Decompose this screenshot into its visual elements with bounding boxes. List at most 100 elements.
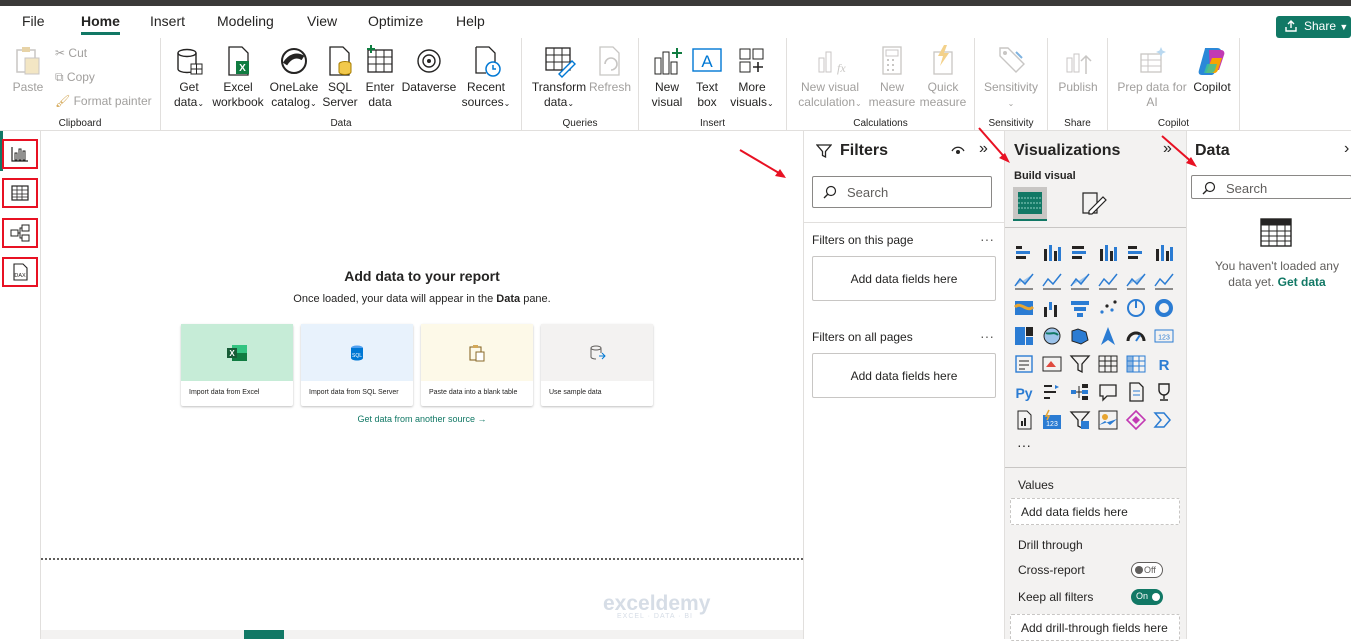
power-automate-icon[interactable]: [1069, 409, 1091, 431]
ribbon-chart-icon[interactable]: [1013, 297, 1035, 319]
more-visuals-button[interactable]: More visuals⌄: [727, 44, 777, 111]
key-influencers-icon[interactable]: [1041, 381, 1063, 403]
line-chart-icon[interactable]: [1013, 269, 1035, 291]
stacked-column-chart-icon[interactable]: [1041, 241, 1063, 263]
copy-button[interactable]: ⧉ Copy: [55, 70, 95, 85]
treemap-icon[interactable]: [1013, 325, 1035, 347]
map-shape-icon[interactable]: [1097, 409, 1119, 431]
sensitivity-button[interactable]: Sensitivity ⌄: [979, 44, 1043, 111]
values-drop-zone[interactable]: Add data fields here: [1010, 498, 1180, 525]
smart-narrative-icon[interactable]: [1125, 381, 1147, 403]
model-view-button[interactable]: [2, 218, 38, 248]
decomposition-tree-icon[interactable]: [1069, 381, 1091, 403]
active-page-tab[interactable]: [244, 630, 284, 639]
data-search-input[interactable]: Search: [1191, 175, 1351, 199]
pie-chart-icon[interactable]: [1125, 297, 1147, 319]
funnel-chart-icon[interactable]: [1069, 297, 1091, 319]
area-chart-icon[interactable]: [1041, 269, 1063, 291]
tab-modeling[interactable]: Modeling: [217, 13, 274, 29]
100-stacked-area-chart-icon[interactable]: [1097, 269, 1119, 291]
transform-data-button[interactable]: Transform data⌄: [530, 44, 588, 111]
report-canvas[interactable]: Add data to your report Once loaded, you…: [41, 131, 803, 631]
refresh-button[interactable]: Refresh: [588, 44, 632, 95]
table-view-button[interactable]: [2, 178, 38, 208]
r-visual-icon[interactable]: R: [1153, 353, 1175, 375]
share-button[interactable]: Share ▼: [1276, 16, 1351, 38]
use-sample-data-card[interactable]: Use sample data: [541, 324, 653, 406]
qa-icon[interactable]: [1097, 381, 1119, 403]
stacked-area-chart-icon[interactable]: [1069, 269, 1091, 291]
paste-button[interactable]: Paste: [10, 44, 46, 95]
excel-workbook-button[interactable]: X Excel workbook: [209, 44, 267, 110]
tab-help[interactable]: Help: [456, 13, 485, 29]
eye-icon[interactable]: [951, 145, 965, 157]
table-icon[interactable]: [1097, 353, 1119, 375]
100-stacked-column-chart-icon[interactable]: [1153, 241, 1175, 263]
waterfall-chart-icon[interactable]: [1041, 297, 1063, 319]
tab-view[interactable]: View: [307, 13, 337, 29]
collapse-data-icon[interactable]: ›: [1344, 140, 1349, 158]
matrix-icon[interactable]: [1125, 353, 1147, 375]
tab-file[interactable]: File: [22, 13, 45, 29]
drill-through-drop-zone[interactable]: Add drill-through fields here: [1010, 614, 1180, 641]
paste-blank-table-card[interactable]: Paste data into a blank table: [421, 324, 533, 406]
100-stacked-bar-chart-icon[interactable]: [1125, 241, 1147, 263]
new-visual-button[interactable]: New visual: [647, 44, 687, 110]
more-options-icon[interactable]: ···: [980, 328, 994, 344]
enter-data-button[interactable]: Enter data: [361, 44, 399, 110]
stacked-bar-chart-icon[interactable]: [1013, 241, 1035, 263]
donut-chart-icon[interactable]: [1153, 297, 1175, 319]
tab-home[interactable]: Home: [81, 13, 120, 35]
copilot-button[interactable]: Copilot: [1188, 44, 1236, 95]
filters-page-drop-zone[interactable]: Add data fields here: [812, 256, 996, 301]
recent-sources-button[interactable]: Recent sources⌄: [459, 44, 513, 111]
multi-row-card-icon[interactable]: [1013, 353, 1035, 375]
keep-all-filters-toggle[interactable]: On: [1131, 589, 1163, 605]
quick-measure-button[interactable]: Quick measure: [917, 44, 969, 110]
onelake-catalog-button[interactable]: OneLake catalog⌄: [267, 44, 321, 111]
publish-button[interactable]: Publish: [1054, 44, 1102, 95]
import-excel-card[interactable]: X Import data from Excel: [181, 324, 293, 406]
cut-button[interactable]: ✂ Cut: [55, 46, 87, 60]
python-visual-icon[interactable]: Py: [1013, 381, 1035, 403]
text-box-button[interactable]: A Text box: [689, 44, 725, 110]
dataverse-button[interactable]: Dataverse: [401, 44, 457, 95]
filters-search-input[interactable]: Search: [812, 176, 992, 208]
tab-optimize[interactable]: Optimize: [368, 13, 423, 29]
line-and-clustered-column-chart-icon[interactable]: [1153, 269, 1175, 291]
diamond-visual-icon[interactable]: [1125, 409, 1147, 431]
filled-map-icon[interactable]: [1069, 325, 1091, 347]
sql-server-button[interactable]: SQL Server: [321, 44, 359, 110]
power-apps-icon[interactable]: 123: [1041, 409, 1063, 431]
kpi-icon[interactable]: [1041, 353, 1063, 375]
slicer-icon[interactable]: [1069, 353, 1091, 375]
cross-report-toggle[interactable]: Off: [1131, 562, 1163, 578]
card-icon[interactable]: 123: [1153, 325, 1175, 347]
build-visual-tab[interactable]: [1013, 187, 1047, 221]
line-and-column-chart-icon[interactable]: [1125, 269, 1147, 291]
metrics-icon[interactable]: [1153, 381, 1175, 403]
azure-map-icon[interactable]: [1097, 325, 1119, 347]
get-data-link[interactable]: Get data: [1278, 275, 1326, 289]
dax-query-view-button[interactable]: DAX: [2, 257, 38, 287]
report-view-button[interactable]: [2, 139, 38, 169]
gauge-icon[interactable]: [1125, 325, 1147, 347]
import-sql-server-card[interactable]: SQL Import data from SQL Server: [301, 324, 413, 406]
get-data-button[interactable]: Get data⌄: [169, 44, 209, 111]
chevron-visual-icon[interactable]: [1153, 409, 1175, 431]
paginated-report-icon[interactable]: [1013, 409, 1035, 431]
new-measure-button[interactable]: New measure: [867, 44, 917, 110]
new-visual-calculation-button[interactable]: fx New visual calculation⌄: [797, 44, 863, 111]
filters-all-pages-drop-zone[interactable]: Add data fields here: [812, 353, 996, 398]
clustered-bar-chart-icon[interactable]: [1069, 241, 1091, 263]
prep-data-for-ai-button[interactable]: Prep data for AI: [1114, 44, 1190, 110]
clustered-column-chart-icon[interactable]: [1097, 241, 1119, 263]
map-icon[interactable]: [1041, 325, 1063, 347]
format-painter-button[interactable]: 🖌 Format painter: [55, 94, 152, 108]
more-options-icon[interactable]: ···: [980, 231, 994, 247]
format-visual-tab[interactable]: [1079, 189, 1109, 219]
more-visuals-icon[interactable]: ···: [1017, 437, 1031, 453]
tab-insert[interactable]: Insert: [150, 13, 185, 29]
get-data-other-source-link[interactable]: Get data from another source →: [41, 414, 803, 424]
scatter-chart-icon[interactable]: [1097, 297, 1119, 319]
